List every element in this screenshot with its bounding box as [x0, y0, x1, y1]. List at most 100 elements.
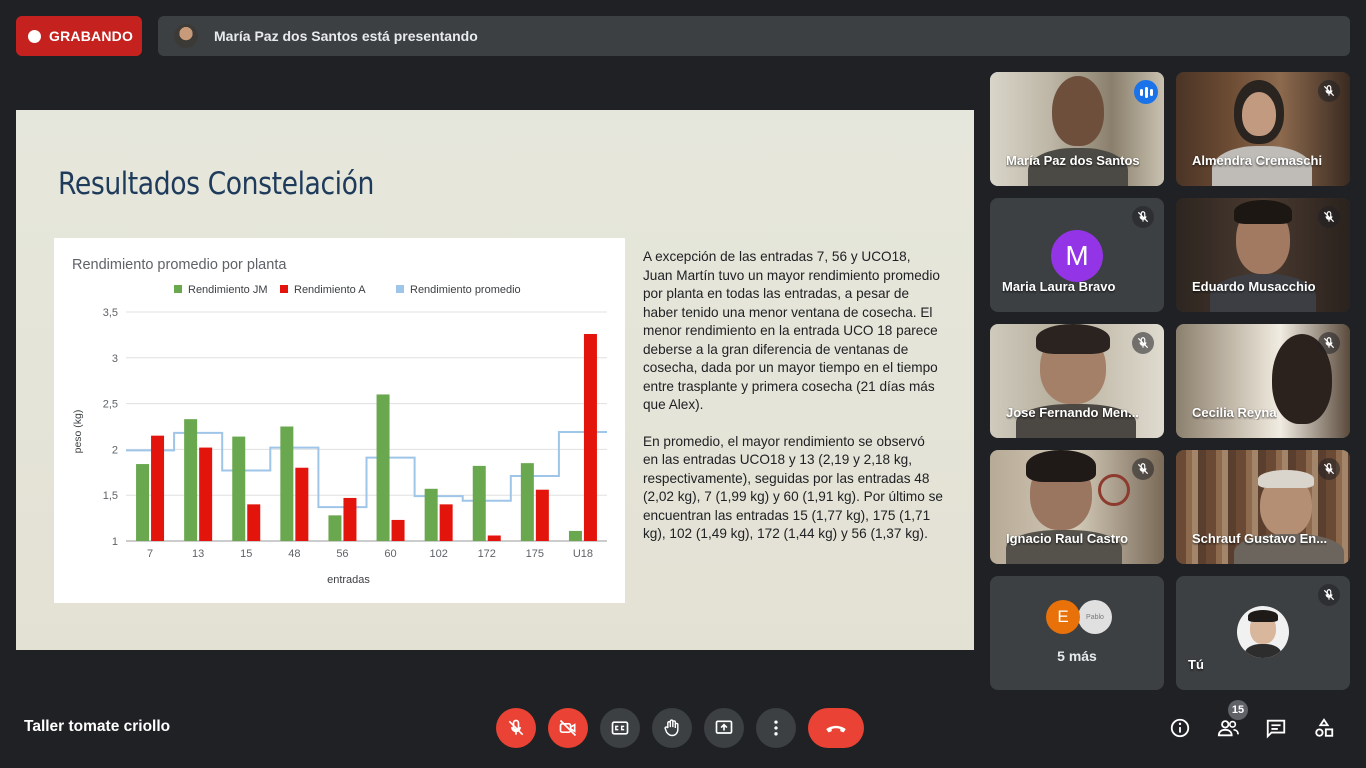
- raise-hand-button[interactable]: [652, 708, 692, 748]
- more-avatars: E Pablo: [1046, 600, 1116, 636]
- bar-a: [535, 489, 549, 541]
- bar-a: [199, 447, 213, 541]
- recording-indicator[interactable]: GRABANDO: [16, 16, 142, 56]
- bar-jm: [136, 464, 150, 541]
- participant-tile-schrauf[interactable]: Schrauf Gustavo En...: [1176, 450, 1350, 564]
- y-tick-label: 2: [112, 444, 118, 456]
- x-tick-label: 15: [240, 548, 252, 560]
- participant-avatar: Pablo: [1078, 600, 1112, 634]
- mic-off-icon: [1132, 206, 1154, 228]
- average-step-line: [126, 430, 607, 509]
- present-screen-icon: [715, 720, 733, 734]
- legend-swatch: [174, 285, 182, 293]
- mic-toggle-button[interactable]: [496, 708, 536, 748]
- people-icon: [1217, 720, 1239, 737]
- mic-off-icon: [1132, 458, 1154, 480]
- participant-tile-jose-fernando[interactable]: Jose Fernando Men...: [990, 324, 1164, 438]
- participant-tile-almendra[interactable]: Almendra Cremaschi: [1176, 72, 1350, 186]
- participant-tile-maria-laura[interactable]: M Maria Laura Bravo: [990, 198, 1164, 312]
- legend-swatch: [280, 285, 288, 293]
- bar-jm: [280, 426, 294, 541]
- participant-tile-maria-paz[interactable]: María Paz dos Santos: [990, 72, 1164, 186]
- bar-jm: [472, 465, 486, 541]
- present-screen-button[interactable]: [704, 708, 744, 748]
- y-tick-label: 1: [112, 536, 118, 548]
- bar-a: [247, 504, 261, 541]
- more-participants-tile[interactable]: E Pablo 5 más: [990, 576, 1164, 690]
- bar-jm: [520, 463, 534, 541]
- self-tile[interactable]: Tú: [1176, 576, 1350, 690]
- x-tick-label: U18: [573, 548, 593, 560]
- bar-jm: [328, 515, 342, 541]
- x-tick-label: 7: [147, 548, 153, 560]
- participant-name: Cecilia Reyna: [1192, 405, 1277, 420]
- speaking-icon: [1134, 80, 1158, 104]
- slide-paragraph: En promedio, el mayor rendimiento se obs…: [643, 433, 943, 542]
- participant-name: Maria Laura Bravo: [1002, 279, 1116, 294]
- participant-name: María Paz dos Santos: [1006, 153, 1140, 168]
- x-tick-label: 172: [478, 548, 496, 560]
- bar-a: [439, 504, 453, 541]
- more-participants-label: 5 más: [1057, 648, 1097, 664]
- participant-count-badge: 15: [1228, 700, 1248, 720]
- hangup-icon: [826, 725, 846, 733]
- slide-paragraph: A excepción de las entradas 7, 56 y UCO1…: [643, 249, 940, 412]
- chart-title: Rendimiento promedio por planta: [72, 257, 287, 273]
- leave-call-button[interactable]: [808, 708, 864, 748]
- bar-jm: [424, 488, 438, 541]
- presenter-avatar: [174, 24, 198, 48]
- mic-off-icon: [1318, 458, 1340, 480]
- meeting-details-button[interactable]: [1164, 712, 1196, 744]
- mic-off-icon: [1318, 206, 1340, 228]
- mic-off-icon: [1318, 80, 1340, 102]
- participant-name: Jose Fernando Men...: [1006, 405, 1139, 420]
- chat-button[interactable]: [1260, 712, 1292, 744]
- more-vert-icon: [774, 720, 778, 736]
- activities-button[interactable]: [1308, 712, 1340, 744]
- shared-slide: Resultados Constelación Rendimiento prom…: [16, 110, 974, 650]
- participant-tile-eduardo[interactable]: Eduardo Musacchio: [1176, 198, 1350, 312]
- bar-a: [583, 333, 597, 541]
- chat-icon: [1266, 719, 1286, 739]
- participant-tile-cecilia[interactable]: Cecilia Reyna: [1176, 324, 1350, 438]
- bar-jm: [184, 419, 198, 541]
- legend-label: Rendimiento JM: [188, 284, 267, 296]
- camera-toggle-button[interactable]: [548, 708, 588, 748]
- recording-dot-icon: [28, 29, 41, 43]
- y-tick-label: 2,5: [103, 399, 118, 411]
- y-tick-label: 3,5: [103, 307, 118, 319]
- legend-swatch: [396, 285, 404, 293]
- x-tick-label: 13: [192, 548, 204, 560]
- participant-name: Ignacio Raul Castro: [1006, 531, 1129, 546]
- mic-off-icon: [1318, 584, 1340, 606]
- mic-off-icon: [508, 719, 524, 736]
- bar-jm: [376, 394, 390, 541]
- slide-text: A excepción de las entradas 7, 56 y UCO1…: [643, 248, 943, 544]
- meeting-title: Taller tomate criollo: [24, 718, 171, 735]
- x-tick-label: 56: [336, 548, 348, 560]
- participant-name: Tú: [1188, 657, 1204, 672]
- captions-button[interactable]: [600, 708, 640, 748]
- participant-avatar: E: [1046, 600, 1080, 634]
- chart-card: Rendimiento promedio por planta Rendimien…: [54, 238, 625, 603]
- raise-hand-icon: [664, 719, 679, 737]
- presenting-banner: María Paz dos Santos está presentando: [158, 16, 1350, 56]
- bar-jm: [568, 530, 582, 541]
- participant-tile-ignacio[interactable]: Ignacio Raul Castro: [990, 450, 1164, 564]
- participant-name: Schrauf Gustavo En...: [1192, 531, 1328, 546]
- y-axis-label: peso (kg): [72, 410, 84, 454]
- legend-label: Rendimiento promedio: [410, 284, 521, 296]
- bar-a: [295, 467, 309, 541]
- info-icon: [1170, 718, 1190, 738]
- participant-avatar: M: [1051, 230, 1103, 282]
- more-options-button[interactable]: [756, 708, 796, 748]
- x-tick-label: 48: [288, 548, 300, 560]
- x-tick-label: 60: [384, 548, 396, 560]
- bar-a: [391, 519, 405, 541]
- captions-icon: [611, 721, 629, 735]
- bar-a: [343, 497, 357, 541]
- participant-name: Eduardo Musacchio: [1192, 279, 1316, 294]
- bar-jm: [232, 436, 246, 541]
- x-tick-label: 175: [526, 548, 544, 560]
- mic-off-icon: [1318, 332, 1340, 354]
